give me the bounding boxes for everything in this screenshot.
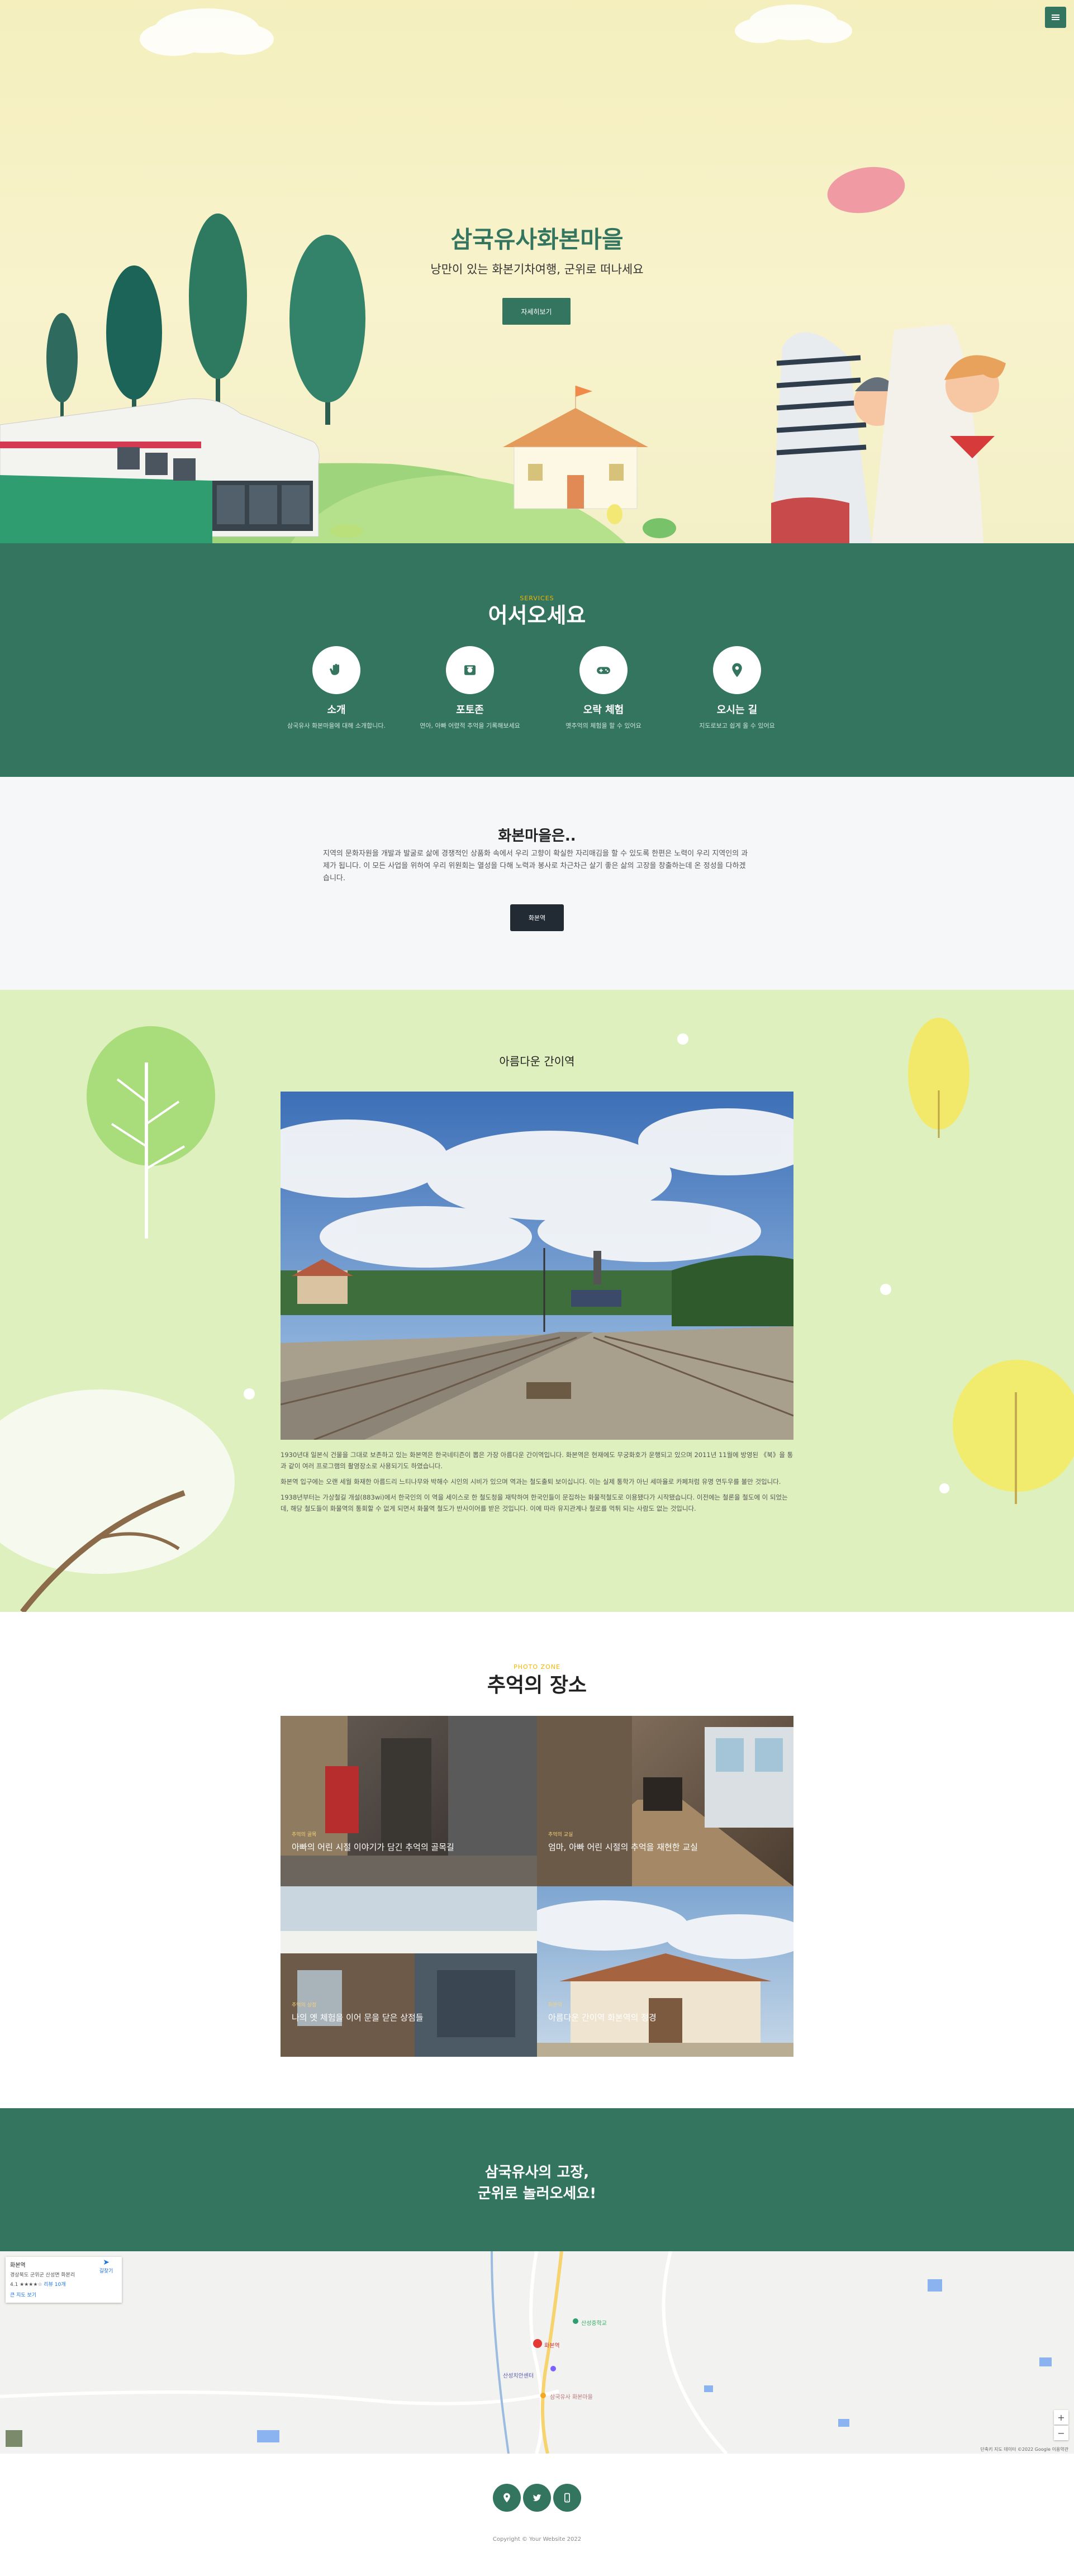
hero-details-button[interactable]: 자세히보기 bbox=[502, 298, 571, 325]
social-mobile-button[interactable] bbox=[553, 2484, 581, 2512]
feature-directions[interactable]: 오시는 길 지도로보고 쉽게 올 수 있어요 bbox=[670, 646, 804, 730]
photo-booth-icon bbox=[464, 665, 476, 675]
feature-desc: 삼국유사 화본마을에 대해 소개합니다. bbox=[287, 722, 386, 729]
tile-name: 엄마, 아빠 어린 시절의 추억을 재현한 교실 bbox=[548, 1842, 698, 1852]
feature-desc: 지도로보고 쉽게 올 수 있어요 bbox=[699, 722, 775, 729]
scenery-text: 1930년대 일본식 건물을 그대로 보존하고 있는 화본역은 한국네티즌이 뽑… bbox=[281, 1449, 793, 1519]
larger-map-link[interactable]: 큰 지도 보기 bbox=[10, 2291, 117, 2298]
feature-desc: 옛추억의 체험을 할 수 있어요 bbox=[565, 722, 641, 729]
map-pin-icon bbox=[503, 2493, 510, 2503]
scenery-paragraph: 1930년대 일본식 건물을 그대로 보존하고 있는 화본역은 한국네티즌이 뽑… bbox=[281, 1451, 793, 1470]
map-label-station: 화본역 bbox=[544, 2343, 560, 2349]
tile-name: 아름다운 간이역 화본역의 정경 bbox=[548, 2013, 657, 2023]
map-label-police: 산성치안센터 bbox=[503, 2373, 534, 2379]
tile-category: 추억의 상점 bbox=[292, 2003, 317, 2008]
scenery-section: 아름다운 간이역 1930년대 일본식 건물을 그대로 보존하고 있는 화본역은… bbox=[0, 990, 1074, 1612]
alley-photo bbox=[281, 1716, 537, 1886]
hamburger-icon bbox=[1052, 17, 1059, 18]
feature-desc: 연아, 아빠 어렸적 추억을 기록해보세요 bbox=[420, 722, 520, 729]
social-twitter-button[interactable] bbox=[523, 2484, 551, 2512]
feature-photozone[interactable]: 포토존 연아, 아빠 어렸적 추억을 기록해보세요 bbox=[403, 646, 537, 730]
photo-tile-shop[interactable]: 추억의 상점 나의 옛 체험을 이어 문을 닫은 상점들 bbox=[281, 1886, 537, 2057]
about-text: 지역의 문화자원을 개발과 발굴로 삶에 경쟁적인 상품화 속에서 우리 고향이… bbox=[323, 850, 748, 883]
place-rating: 4.1 ★★★★☆ bbox=[10, 2282, 42, 2288]
scenery-paragraph: 1938년부터는 가상철길 개설(883wi)에서 한국인의 이 역을 세이스로… bbox=[281, 1493, 788, 1512]
place-reviews[interactable]: 리뷰 10개 bbox=[44, 2282, 65, 2288]
cta-line-2: 군위로 놀러오세요! bbox=[477, 2185, 597, 2202]
twitter-icon bbox=[533, 2494, 541, 2501]
feature-title: 오시는 길 bbox=[716, 704, 758, 716]
directions-link[interactable]: ➤ 길찾기 bbox=[95, 2258, 117, 2274]
tile-name: 나의 옛 체험을 이어 문을 닫은 상점들 bbox=[292, 2013, 424, 2023]
cta-line-1: 삼국유사의 고장, bbox=[484, 2164, 590, 2181]
station-building-photo bbox=[537, 1900, 793, 2057]
memory-section: PHOTO ZONE 추억의 장소 추억의 골목 아빠의 어린 시절 이야기가 … bbox=[0, 1612, 1074, 2108]
tile-category: 추억의 골목 bbox=[292, 1832, 317, 1838]
feature-title: 포토존 bbox=[456, 704, 484, 716]
social-location-button[interactable] bbox=[493, 2484, 521, 2512]
menu-button[interactable] bbox=[1045, 7, 1066, 28]
shop-photo bbox=[281, 1886, 537, 2057]
scenery-title: 아름다운 간이역 bbox=[499, 1055, 575, 1068]
feature-title: 오락 체험 bbox=[583, 704, 624, 716]
about-section: 화본마을은.. 지역의 문화자원을 개발과 발굴로 삶에 경쟁적인 상품화 속에… bbox=[0, 777, 1074, 990]
about-title: 화본마을은.. bbox=[498, 828, 576, 845]
directions-label: 길찾기 bbox=[99, 2269, 113, 2274]
directions-icon: ➤ bbox=[103, 2258, 110, 2267]
footer: Copyright © Your Website 2022 bbox=[0, 2454, 1074, 2576]
hero-title: 삼국유사화본마을 bbox=[450, 226, 624, 253]
tile-name: 아빠의 어린 시절 이야기가 담긴 추억의 골목길 bbox=[292, 1842, 454, 1852]
map-pin-icon bbox=[732, 663, 742, 677]
map-embed[interactable]: 화본역 경상북도 군위군 산성면 화본리 4.1 ★★★★☆ 리뷰 10개 큰 … bbox=[0, 2251, 1074, 2454]
zoom-out-button[interactable]: − bbox=[1054, 2426, 1068, 2440]
photo-tile-alley[interactable]: 추억의 골목 아빠의 어린 시절 이야기가 담긴 추억의 골목길 bbox=[281, 1716, 537, 1886]
map-label-school: 산성중학교 bbox=[581, 2321, 607, 2327]
copyright-text: Copyright © Your Website 2022 bbox=[492, 2536, 582, 2542]
map-label-village: 삼국유사 화본마을 bbox=[550, 2394, 593, 2401]
gamepad-icon bbox=[597, 667, 610, 674]
zoom-in-button[interactable]: + bbox=[1054, 2410, 1068, 2425]
station-photo-image bbox=[281, 1092, 793, 1440]
hero-subtitle: 낭만이 있는 화본기차여행, 군위로 떠나세요 bbox=[430, 263, 644, 276]
mobile-icon bbox=[564, 2493, 570, 2503]
hero-section: 삼국유사화본마을 낭만이 있는 화본기차여행, 군위로 떠나세요 자세히보기 bbox=[0, 0, 1074, 543]
cta-section: 삼국유사의 고장, 군위로 놀러오세요! bbox=[0, 2108, 1074, 2251]
map-footer: 단축키 지도 데이터 ©2022 Google 이용약관 bbox=[980, 2447, 1068, 2452]
memory-title: 추억의 장소 bbox=[487, 1674, 587, 1697]
classroom-photo bbox=[537, 1716, 793, 1886]
scenery-paragraph: 화본역 입구에는 오랜 세월 화재한 아름드리 느티나무와 박해수 시인의 시비… bbox=[281, 1478, 781, 1486]
photo-tile-station[interactable]: 화본역 아름다운 간이역 화본역의 정경 bbox=[537, 1886, 793, 2057]
feature-games[interactable]: 오락 체험 옛추억의 체험을 할 수 있어요 bbox=[536, 646, 671, 730]
feature-intro[interactable]: 소개 삼국유사 화본마을에 대해 소개합니다. bbox=[269, 646, 403, 730]
hand-wave-icon bbox=[330, 663, 339, 675]
photo-tile-classroom[interactable]: 추억의 교실 엄마, 아빠 어린 시절의 추억을 재현한 교실 bbox=[537, 1716, 793, 1886]
map-canvas bbox=[0, 2251, 1052, 2454]
welcome-title: 어서오세요 bbox=[488, 603, 586, 628]
tile-category: 추억의 교실 bbox=[548, 1832, 573, 1838]
feature-title: 소개 bbox=[327, 704, 346, 716]
station-photo bbox=[281, 1092, 793, 1440]
tile-category: 화본역 bbox=[548, 2003, 562, 2008]
welcome-section: SERVICES 어서오세요 소개 삼국유사 화본마을에 대해 소개합니다. 포… bbox=[0, 543, 1074, 777]
station-button[interactable]: 화본역 bbox=[510, 904, 564, 931]
